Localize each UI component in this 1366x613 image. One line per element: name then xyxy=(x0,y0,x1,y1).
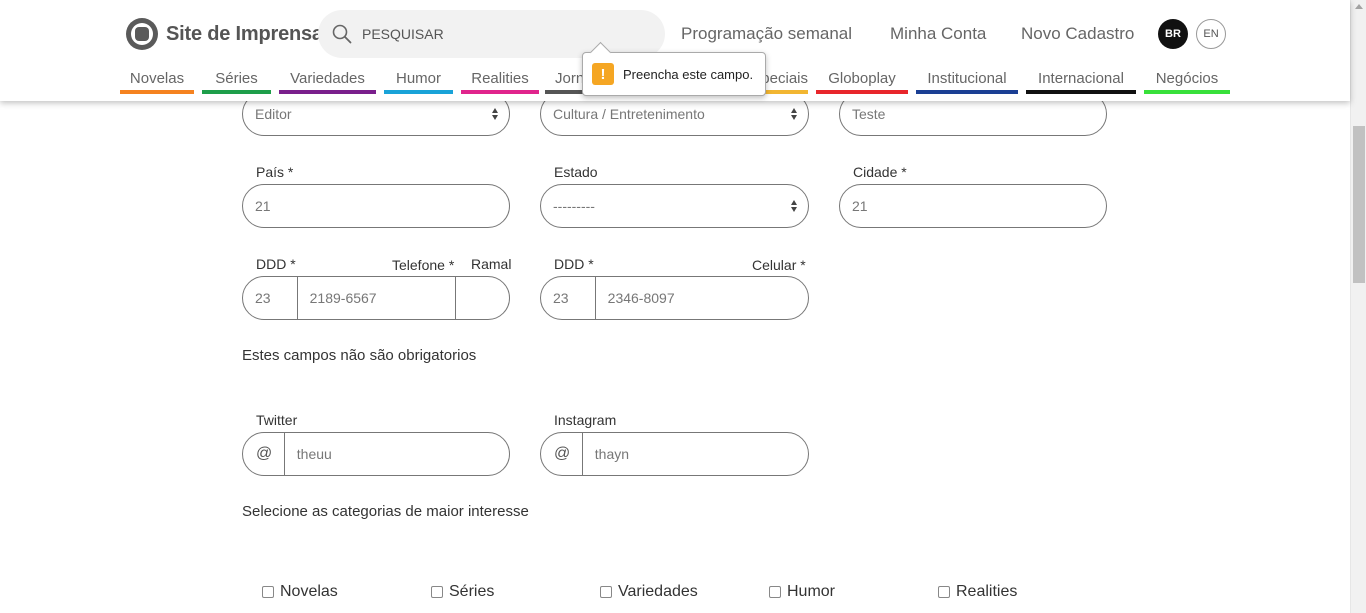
nav-globoplay[interactable]: Globoplay xyxy=(816,70,908,94)
ddd-label: DDD * xyxy=(256,256,296,272)
pais-value: 21 xyxy=(255,198,271,214)
nav-negocios[interactable]: Negócios xyxy=(1144,70,1230,94)
interests-title: Selecione as categorias de maior interes… xyxy=(242,503,529,520)
cidade-label: Cidade * xyxy=(853,164,907,180)
globo-logo-icon xyxy=(126,18,158,50)
estado-select[interactable]: --------- xyxy=(540,184,809,228)
nav-institucional[interactable]: Institucional xyxy=(916,70,1018,94)
interest-realities[interactable]: Realities xyxy=(938,583,1017,601)
phone-number-input[interactable]: 2189-6567 xyxy=(298,277,457,319)
checkbox[interactable] xyxy=(600,586,612,598)
nav-humor[interactable]: Humor xyxy=(384,70,453,94)
minha-conta-link[interactable]: Minha Conta xyxy=(890,24,986,44)
estado-value: --------- xyxy=(553,198,595,214)
search-bar[interactable] xyxy=(318,10,665,58)
vertical-scrollbar[interactable] xyxy=(1350,0,1366,613)
phone-ddd-input[interactable]: 23 xyxy=(243,277,298,319)
warning-icon: ! xyxy=(592,63,614,85)
select-arrows-icon xyxy=(791,108,797,120)
interest-label: Novelas xyxy=(280,583,338,600)
optional-fields-title: Estes campos não são obrigatorios xyxy=(242,347,477,364)
site-logo[interactable]: Site de Imprensa xyxy=(126,18,323,50)
interest-novelas[interactable]: Novelas xyxy=(262,583,338,601)
search-input[interactable] xyxy=(362,26,622,42)
validation-tooltip: ! Preencha este campo. xyxy=(582,52,766,96)
pais-input[interactable]: 21 xyxy=(242,184,510,228)
select-arrows-icon xyxy=(492,108,498,120)
checkbox[interactable] xyxy=(431,586,443,598)
pais-label: País * xyxy=(256,164,294,180)
area-value: Cultura / Entretenimento xyxy=(553,106,705,122)
scroll-up-arrow-icon[interactable] xyxy=(1355,4,1363,9)
cidade-value: 21 xyxy=(852,198,868,214)
telefone-label: Telefone * xyxy=(392,257,455,273)
at-icon: @ xyxy=(541,433,583,475)
interest-label: Variedades xyxy=(618,583,698,600)
checkbox[interactable] xyxy=(769,586,781,598)
nav-series[interactable]: Séries xyxy=(202,70,271,94)
celular-group: 23 2346-8097 xyxy=(540,276,809,320)
lang-br-button[interactable]: BR xyxy=(1158,19,1188,49)
interest-label: Séries xyxy=(449,583,495,600)
twitter-input[interactable]: theuu xyxy=(285,433,509,475)
at-icon: @ xyxy=(243,433,285,475)
select-arrows-icon xyxy=(791,200,797,212)
scroll-thumb[interactable] xyxy=(1353,126,1365,283)
search-icon[interactable] xyxy=(332,24,352,44)
checkbox[interactable] xyxy=(262,586,274,598)
nav-variedades[interactable]: Variedades xyxy=(279,70,376,94)
telefone-group: 23 2189-6567 xyxy=(242,276,510,320)
ddd-cell-label: DDD * xyxy=(554,256,594,272)
interest-label: Humor xyxy=(787,583,836,600)
celular-label: Celular * xyxy=(752,257,806,273)
interest-humor[interactable]: Humor xyxy=(769,583,835,601)
interest-series[interactable]: Séries xyxy=(431,583,494,601)
twitter-group: @ theuu xyxy=(242,432,510,476)
instagram-input[interactable]: thayn xyxy=(583,433,808,475)
cell-ddd-input[interactable]: 23 xyxy=(541,277,596,319)
tooltip-text: Preencha este campo. xyxy=(623,66,754,82)
nav-novelas[interactable]: Novelas xyxy=(120,70,194,94)
novo-cadastro-link[interactable]: Novo Cadastro xyxy=(1021,24,1134,44)
cidade-input[interactable]: 21 xyxy=(839,184,1107,228)
nav-realities[interactable]: Realities xyxy=(461,70,539,94)
cargo-value: Editor xyxy=(255,106,292,122)
cell-number-input[interactable]: 2346-8097 xyxy=(596,277,808,319)
logo-text: Site de Imprensa xyxy=(166,22,323,45)
phone-ramal-input[interactable] xyxy=(456,277,509,319)
interest-variedades[interactable]: Variedades xyxy=(600,583,698,601)
instagram-group: @ thayn xyxy=(540,432,809,476)
instagram-label: Instagram xyxy=(554,412,617,428)
ramal-label: Ramal xyxy=(471,256,512,272)
interest-label: Realities xyxy=(956,583,1018,600)
twitter-label: Twitter xyxy=(256,412,298,428)
programacao-semanal-link[interactable]: Programação semanal xyxy=(681,24,852,44)
nav-internacional[interactable]: Internacional xyxy=(1026,70,1136,94)
estado-label: Estado xyxy=(554,164,598,180)
empresa-value: Teste xyxy=(852,106,886,122)
checkbox[interactable] xyxy=(938,586,950,598)
lang-en-button[interactable]: EN xyxy=(1196,19,1226,49)
